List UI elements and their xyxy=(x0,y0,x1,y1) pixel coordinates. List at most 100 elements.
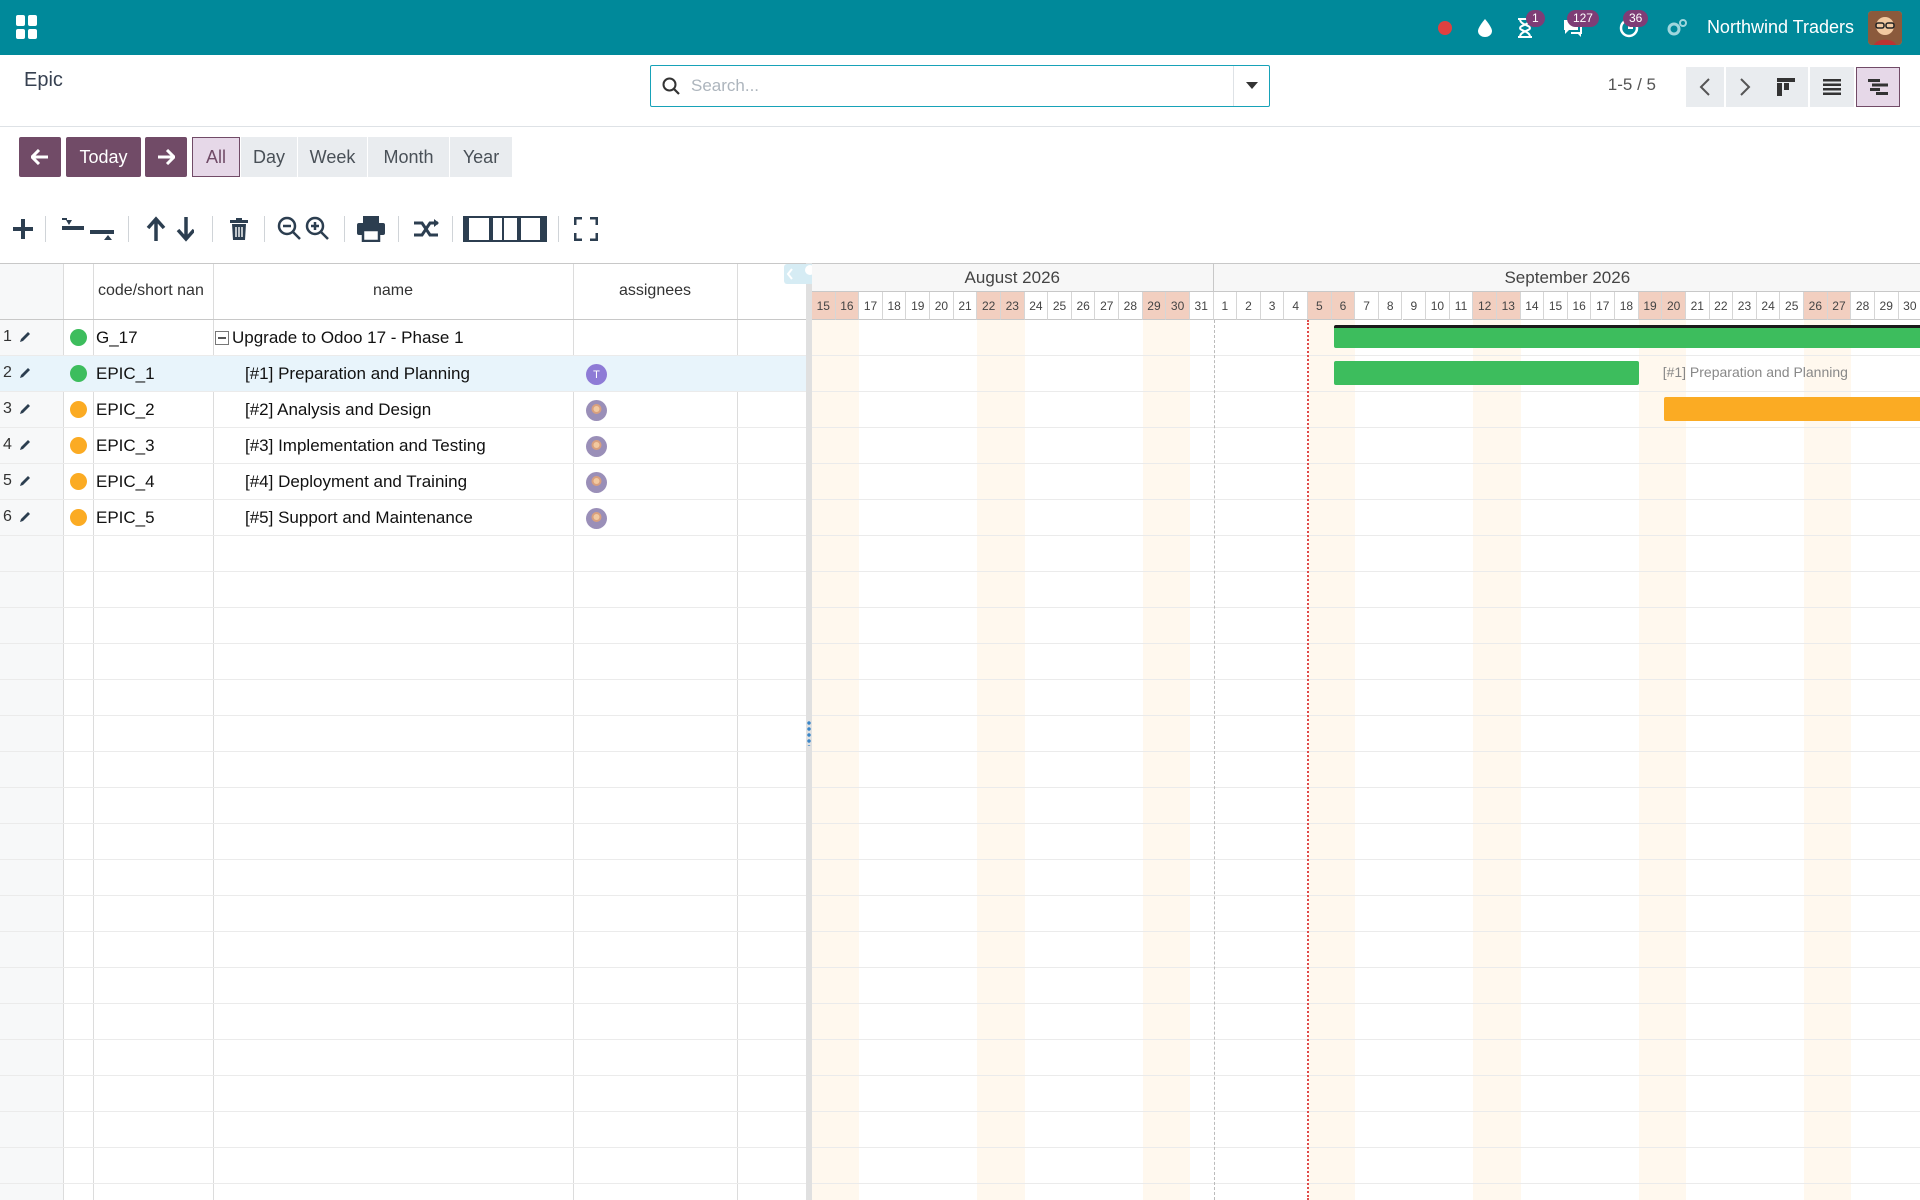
record-icon[interactable] xyxy=(1425,0,1465,55)
settings-gears-icon[interactable] xyxy=(1657,0,1697,55)
table-row[interactable]: 6 EPIC_5 [#5] Support and Maintenance xyxy=(0,500,806,536)
task-name[interactable]: [#3] Implementation and Testing xyxy=(245,436,486,456)
scale-week-button[interactable]: Week xyxy=(298,137,367,177)
gantt-timeline: August 2026 September 2026 15 16 17 18 19 20 21 2… xyxy=(812,263,1920,1200)
indent-outdent-icon[interactable] xyxy=(58,212,118,246)
next-period-button[interactable] xyxy=(145,137,187,177)
collapse-toggle-icon[interactable] xyxy=(215,331,229,345)
move-up-down-icon[interactable] xyxy=(142,212,196,246)
gantt-view-button[interactable] xyxy=(1856,67,1900,107)
weekend-column xyxy=(1331,320,1356,1200)
company-switcher[interactable]: Northwind Traders xyxy=(1707,17,1854,38)
day-header: 7 xyxy=(1355,292,1379,320)
task-name[interactable]: Upgrade to Odoo 17 - Phase 1 xyxy=(232,328,464,348)
scale-month-button[interactable]: Month xyxy=(368,137,449,177)
print-icon[interactable] xyxy=(355,212,387,246)
timer-icon[interactable]: 36 xyxy=(1601,0,1657,55)
day-header: 20 xyxy=(1662,292,1686,320)
delete-task-icon[interactable] xyxy=(224,212,254,246)
timeline-row-line xyxy=(812,1147,1920,1148)
month-separator xyxy=(1213,320,1215,1200)
table-row[interactable]: 3 EPIC_2 [#2] Analysis and Design xyxy=(0,392,806,428)
assignee-avatar[interactable] xyxy=(586,472,607,493)
header-name[interactable]: name xyxy=(213,282,573,300)
timeline-row-line xyxy=(812,499,1920,500)
zoom-out-in-icon[interactable] xyxy=(276,212,334,246)
search-options-dropdown[interactable] xyxy=(1233,66,1269,106)
pager-value[interactable]: 1-5 / 5 xyxy=(1608,75,1656,95)
day-header: 26 xyxy=(1071,292,1096,320)
toolbar-separator xyxy=(558,216,559,242)
today-button[interactable]: Today xyxy=(66,137,141,177)
edit-pencil-icon[interactable] xyxy=(18,510,32,524)
assignee-avatar[interactable] xyxy=(586,400,607,421)
messages-icon[interactable]: 127 xyxy=(1545,0,1601,55)
timeline-row-line xyxy=(812,1003,1920,1004)
assignee-avatar[interactable]: T xyxy=(586,364,607,385)
day-header: 25 xyxy=(1780,292,1805,320)
fullscreen-icon[interactable] xyxy=(570,212,602,246)
day-header: 9 xyxy=(1402,292,1427,320)
timeline-row-line xyxy=(812,967,1920,968)
table-row[interactable]: 5 EPIC_4 [#4] Deployment and Training xyxy=(0,464,806,500)
toolbar-separator xyxy=(452,216,453,242)
hourglass-icon[interactable]: 1 xyxy=(1505,0,1545,55)
splitter-handle-icon[interactable] xyxy=(807,720,811,746)
task-name[interactable]: [#4] Deployment and Training xyxy=(245,472,467,492)
table-row[interactable]: 4 EPIC_3 [#3] Implementation and Testing xyxy=(0,428,806,464)
apps-menu-icon[interactable] xyxy=(16,15,40,39)
day-header: 11 xyxy=(1449,292,1474,320)
task-name[interactable]: [#2] Analysis and Design xyxy=(245,400,431,420)
day-header: 21 xyxy=(953,292,978,320)
task-code: EPIC_4 xyxy=(96,472,155,491)
task-bar[interactable] xyxy=(1333,361,1639,385)
edit-pencil-icon[interactable] xyxy=(18,366,32,380)
day-header: 10 xyxy=(1426,292,1450,320)
list-view-button[interactable] xyxy=(1810,67,1854,107)
header-code[interactable]: code/short nan xyxy=(98,282,213,300)
kanban-view-button[interactable] xyxy=(1764,67,1808,107)
edit-pencil-icon[interactable] xyxy=(18,330,32,344)
critical-path-icon[interactable] xyxy=(410,212,442,246)
edit-pencil-icon[interactable] xyxy=(18,438,32,452)
assignee-avatar[interactable] xyxy=(586,508,607,529)
weekend-column xyxy=(1827,320,1852,1200)
header-assignees[interactable]: assignees xyxy=(573,282,737,300)
breadcrumb: Epic xyxy=(24,69,63,91)
task-name[interactable]: [#5] Support and Maintenance xyxy=(245,508,473,528)
day-header: 18 xyxy=(1615,292,1639,320)
scale-year-button[interactable]: Year xyxy=(450,137,512,177)
edit-pencil-icon[interactable] xyxy=(18,474,32,488)
day-header: 24 xyxy=(1024,292,1049,320)
task-code: G_17 xyxy=(96,328,138,347)
scale-day-button[interactable]: Day xyxy=(241,137,297,177)
empty-row xyxy=(0,1076,806,1112)
table-row[interactable]: 1 G_17 Upgrade to Odoo 17 - Phase 1 xyxy=(0,320,806,356)
toolbar-separator xyxy=(212,216,213,242)
table-row[interactable]: 2 EPIC_1 [#1] Preparation and Planning T xyxy=(0,356,806,392)
weekend-column xyxy=(1496,320,1521,1200)
layout-toggle-icons[interactable] xyxy=(462,212,548,246)
row-number: 1 xyxy=(3,328,12,345)
task-bar[interactable] xyxy=(1664,397,1920,421)
add-task-icon[interactable] xyxy=(8,212,38,246)
summary-task-bar[interactable] xyxy=(1333,325,1920,348)
water-drop-icon[interactable] xyxy=(1465,0,1505,55)
scale-all-button[interactable]: All xyxy=(192,137,240,177)
empty-row xyxy=(0,968,806,1004)
edit-pencil-icon[interactable] xyxy=(18,402,32,416)
task-name[interactable]: [#1] Preparation and Planning xyxy=(245,364,470,384)
user-avatar[interactable] xyxy=(1868,10,1902,45)
search-input[interactable] xyxy=(691,67,1233,105)
assignee-avatar[interactable] xyxy=(586,436,607,457)
pager-previous-button[interactable] xyxy=(1686,67,1724,107)
day-header: 24 xyxy=(1756,292,1781,320)
empty-row xyxy=(0,1112,806,1148)
activities-badge: 1 xyxy=(1525,10,1545,27)
previous-period-button[interactable] xyxy=(19,137,61,177)
day-header: 25 xyxy=(1048,292,1072,320)
day-header: 6 xyxy=(1331,292,1356,320)
pager-next-button[interactable] xyxy=(1726,67,1764,107)
day-header: 20 xyxy=(930,292,954,320)
control-panel: Epic 1-5 / 5 xyxy=(0,55,1920,127)
